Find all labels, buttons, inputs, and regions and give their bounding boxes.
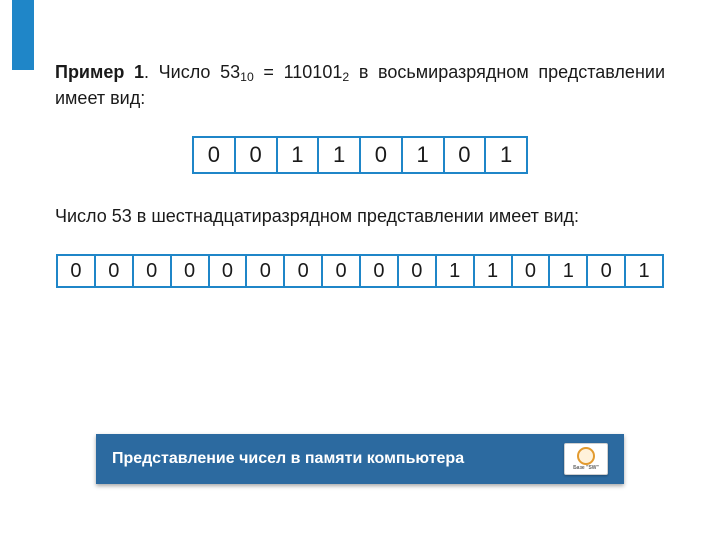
bit-cell: 0 (323, 254, 361, 288)
bit-cell: 1 (278, 136, 320, 174)
source-badge: Базе "SW" (564, 443, 608, 475)
example-label: Пример 1 (55, 62, 144, 82)
p1-sep: . Число (144, 62, 220, 82)
p1-eq: = (254, 62, 284, 82)
bit-cell: 0 (399, 254, 437, 288)
bit-cell: 1 (403, 136, 445, 174)
p1-dec: 53 (220, 62, 240, 82)
p1-bin: 110101 (284, 62, 343, 82)
p1-dec-base: 10 (240, 70, 254, 84)
paragraph-16bit: Число 53 в шестнадцатиразрядном представ… (55, 204, 665, 228)
bit-cell: 0 (56, 254, 96, 288)
bit-cell: 1 (475, 254, 513, 288)
bit-cell: 0 (134, 254, 172, 288)
bit-cell: 0 (96, 254, 134, 288)
slide-content: Пример 1. Число 5310 = 1101012 в восьмир… (55, 60, 665, 318)
bit-cell: 0 (192, 136, 236, 174)
bit-cell: 1 (486, 136, 528, 174)
bits-8-row: 0 0 1 1 0 1 0 1 (192, 136, 528, 174)
badge-text: Базе "SW" (573, 466, 599, 471)
bit-cell: 0 (361, 136, 403, 174)
bits-16-row: 0 0 0 0 0 0 0 0 0 0 1 1 0 1 0 1 (56, 254, 664, 288)
bit-cell: 0 (236, 136, 278, 174)
bit-cell: 1 (550, 254, 588, 288)
bit-cell: 0 (285, 254, 323, 288)
example-1-text: Пример 1. Число 5310 = 1101012 в восьмир… (55, 60, 665, 110)
bit-cell: 0 (247, 254, 285, 288)
footer-bar: Представление чисел в памяти компьютера … (96, 434, 624, 484)
badge-icon (577, 447, 595, 465)
bit-cell: 1 (626, 254, 664, 288)
footer-title: Представление чисел в памяти компьютера (112, 450, 464, 468)
bit-cell: 0 (445, 136, 487, 174)
bit-cell: 0 (513, 254, 551, 288)
bit-cell: 0 (588, 254, 626, 288)
bit-cell: 1 (437, 254, 475, 288)
bit-cell: 0 (361, 254, 399, 288)
accent-stripe (12, 0, 34, 70)
bit-cell: 1 (319, 136, 361, 174)
bit-cell: 0 (172, 254, 210, 288)
bit-cell: 0 (210, 254, 248, 288)
